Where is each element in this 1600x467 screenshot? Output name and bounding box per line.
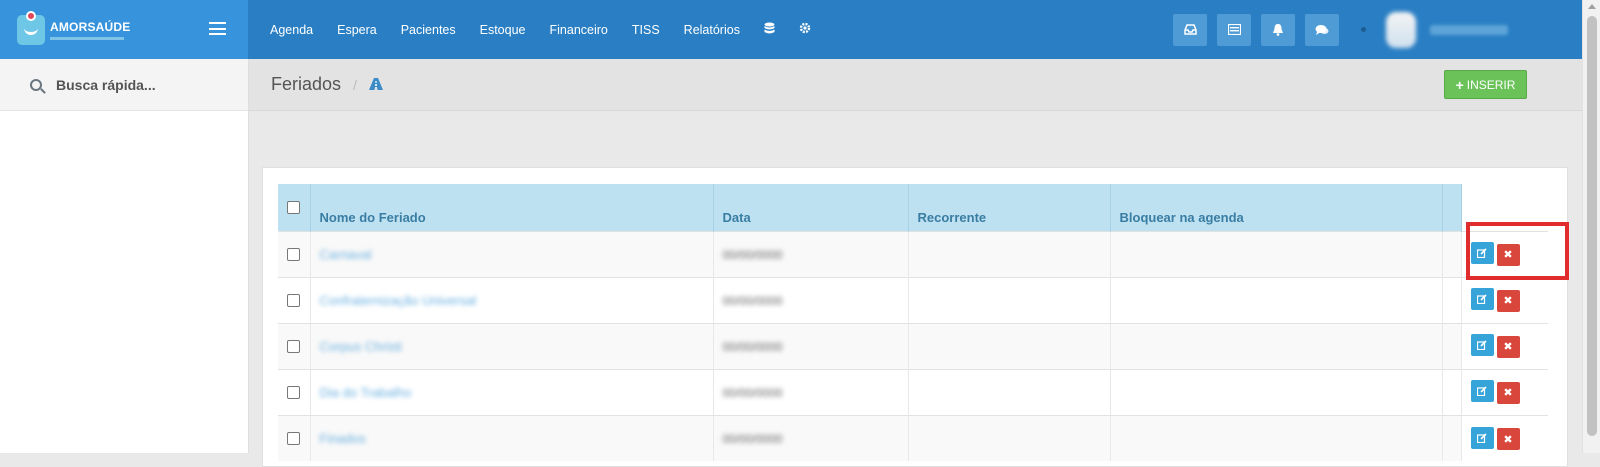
edit-button[interactable]: [1470, 288, 1494, 311]
bell-icon[interactable]: [1261, 13, 1295, 46]
row-checkbox[interactable]: [287, 247, 300, 261]
top-navbar: AMORSAÚDE Agenda Espera Pacientes Estoqu…: [0, 0, 1582, 59]
row-checkbox[interactable]: [287, 339, 300, 353]
holiday-date: 00/00/0000: [722, 293, 783, 308]
search-icon: [30, 78, 42, 91]
row-checkbox[interactable]: [287, 431, 300, 445]
delete-button[interactable]: ✖: [1496, 335, 1520, 358]
nav-financeiro[interactable]: Financeiro: [550, 23, 608, 37]
table-header-row: Nome do Feriado Data Recorrente Bloquear…: [278, 184, 1548, 231]
inbox-icon[interactable]: [1173, 13, 1207, 46]
table-row: Corpus Christi 00/00/0000 ✖: [278, 322, 1548, 369]
nav-estoque[interactable]: Estoque: [480, 23, 526, 37]
select-all-checkbox[interactable]: [287, 200, 300, 214]
holiday-name-link[interactable]: Dia do Trabalho: [320, 385, 412, 400]
table-row: Carnaval 00/00/0000 ✖: [278, 230, 1548, 277]
holiday-name-link[interactable]: Corpus Christi: [320, 339, 402, 354]
edit-button[interactable]: [1470, 334, 1494, 357]
gear-icon[interactable]: [799, 22, 811, 37]
insert-button[interactable]: + INSERIR: [1444, 70, 1527, 99]
brand-name: AMORSAÚDE: [50, 19, 131, 34]
nav-espera[interactable]: Espera: [337, 23, 377, 37]
breadcrumb-separator: /: [353, 76, 357, 93]
list-icon[interactable]: [1217, 13, 1251, 46]
chat-icon[interactable]: [1305, 13, 1339, 46]
table-row: Dia do Trabalho 00/00/0000 ✖: [278, 368, 1548, 415]
column-header-recurring[interactable]: Recorrente: [908, 184, 1111, 231]
holiday-name-link[interactable]: Carnaval: [320, 247, 372, 262]
annotation-highlight-box: [1466, 222, 1569, 280]
main-nav: Agenda Espera Pacientes Estoque Financei…: [270, 0, 835, 59]
database-icon[interactable]: [764, 22, 775, 38]
scrollbar-thumb[interactable]: [1587, 16, 1597, 436]
brand-tagline: [50, 36, 124, 40]
avatar[interactable]: [1386, 11, 1416, 48]
nav-agenda[interactable]: Agenda: [270, 23, 313, 37]
delete-button[interactable]: ✖: [1496, 428, 1520, 450]
delete-button[interactable]: ✖: [1496, 289, 1520, 312]
page-title: Feriados: [271, 74, 342, 94]
holidays-table: Nome do Feriado Data Recorrente Bloquear…: [278, 184, 1548, 461]
page-header: Feriados / + INSERIR: [249, 59, 1582, 111]
column-header-block-agenda[interactable]: Bloquear na agenda: [1110, 184, 1443, 231]
road-icon: [368, 77, 383, 93]
holiday-date: 00/00/0000: [722, 431, 783, 446]
nav-tiss[interactable]: TISS: [632, 23, 660, 37]
edit-button[interactable]: [1470, 380, 1494, 403]
nav-pacientes[interactable]: Pacientes: [401, 23, 456, 37]
insert-label: INSERIR: [1466, 77, 1516, 92]
column-header-name[interactable]: Nome do Feriado: [310, 184, 714, 231]
row-checkbox[interactable]: [287, 293, 300, 307]
brand-logo[interactable]: AMORSAÚDE: [0, 0, 248, 59]
main-content: Feriados / + INSERIR Nome do Feriado Dat…: [249, 59, 1582, 467]
sidebar: [0, 59, 249, 453]
table-row: Confraternização Universal 00/00/0000 ✖: [278, 276, 1548, 323]
plus-icon: +: [1455, 76, 1464, 93]
holiday-date: 00/00/0000: [722, 385, 783, 400]
logo-icon: [17, 10, 45, 45]
edit-button[interactable]: [1470, 426, 1494, 449]
row-checkbox[interactable]: [287, 385, 300, 399]
search-input[interactable]: [56, 76, 226, 93]
page-scrollbar[interactable]: [1582, 0, 1600, 453]
table-row: Finados 00/00/0000 ✖: [278, 414, 1548, 461]
nav-relatorios[interactable]: Relatórios: [684, 23, 740, 37]
scroll-up-icon[interactable]: [1588, 4, 1596, 9]
holiday-date: 00/00/0000: [722, 247, 783, 262]
user-name[interactable]: [1430, 24, 1508, 35]
holidays-panel: Nome do Feriado Data Recorrente Bloquear…: [262, 167, 1568, 467]
delete-button[interactable]: ✖: [1496, 381, 1520, 404]
status-dot: [1361, 27, 1366, 32]
holiday-name-link[interactable]: Confraternização Universal: [320, 293, 477, 308]
holiday-date: 00/00/0000: [722, 339, 783, 354]
holiday-name-link[interactable]: Finados: [320, 431, 366, 446]
quick-search: [0, 59, 248, 111]
column-header-date[interactable]: Data: [713, 184, 909, 231]
menu-toggle-icon[interactable]: [209, 22, 226, 35]
